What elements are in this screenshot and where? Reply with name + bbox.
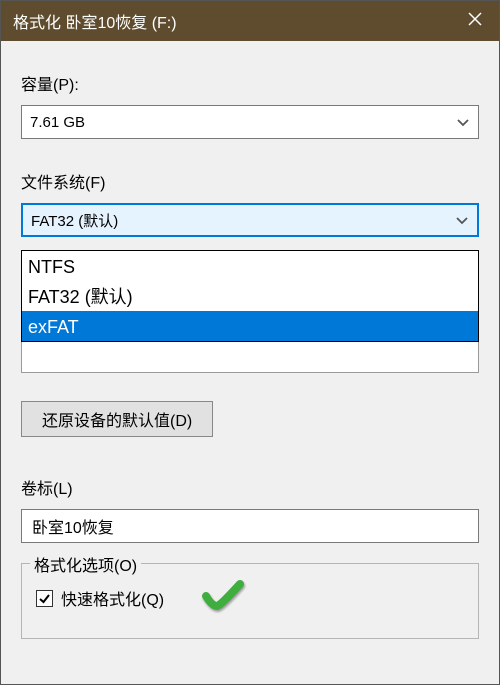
annotation-check-icon [202, 578, 244, 616]
capacity-select[interactable]: 7.61 GB [21, 105, 479, 139]
filesystem-label: 文件系统(F) [21, 169, 479, 193]
chevron-down-icon [456, 114, 470, 131]
filesystem-select[interactable]: FAT32 (默认) [21, 203, 479, 237]
window-title: 格式化 卧室10恢复 (F:) [13, 9, 177, 33]
volume-label-input[interactable] [21, 509, 479, 543]
filesystem-dropdown-list: NTFS FAT32 (默认) exFAT [21, 250, 479, 342]
dialog-body: 容量(P): 7.61 GB 文件系统(F) FAT32 (默认) 还原设备的默… [1, 41, 499, 651]
quick-format-checkbox[interactable]: 快速格式化(Q) [36, 586, 464, 610]
restore-defaults-button[interactable]: 还原设备的默认值(D) [21, 401, 213, 437]
checkbox-icon [36, 590, 53, 607]
capacity-value: 7.61 GB [30, 114, 85, 131]
format-dialog: 格式化 卧室10恢复 (F:) 容量(P): 7.61 GB 文件系统(F) F… [0, 0, 500, 685]
filesystem-selected-value: FAT32 (默认) [31, 210, 118, 231]
volume-label-label: 卷标(L) [21, 475, 479, 499]
capacity-label: 容量(P): [21, 71, 479, 95]
format-options-legend: 格式化选项(O) [30, 552, 141, 576]
close-icon [468, 12, 482, 30]
titlebar: 格式化 卧室10恢复 (F:) [1, 1, 499, 41]
volume-label-field[interactable] [30, 516, 470, 536]
allocation-unit-select[interactable] [21, 339, 479, 373]
quick-format-label: 快速格式化(Q) [61, 586, 164, 610]
filesystem-option-exfat[interactable]: exFAT [22, 311, 478, 341]
format-options-group: 格式化选项(O) 快速格式化(Q) [21, 563, 479, 639]
chevron-down-icon [455, 212, 469, 229]
filesystem-option-fat32[interactable]: FAT32 (默认) [22, 281, 478, 311]
filesystem-option-ntfs[interactable]: NTFS [22, 251, 478, 281]
close-button[interactable] [451, 1, 499, 41]
